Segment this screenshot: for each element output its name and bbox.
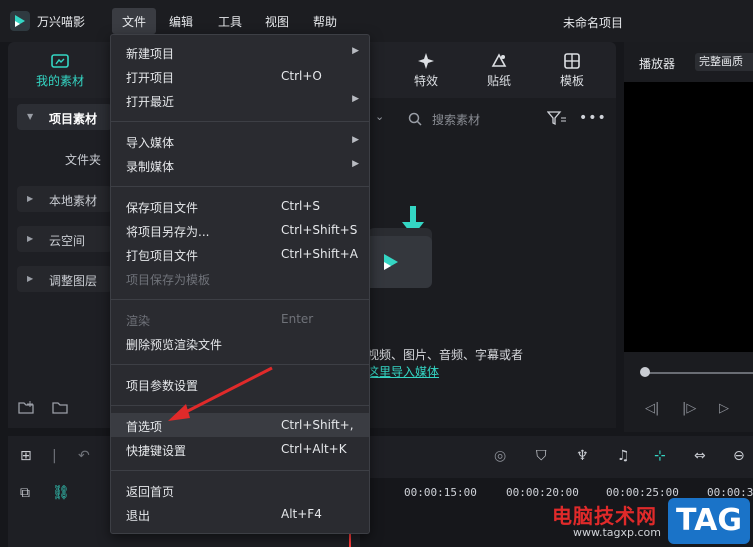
menu-help[interactable]: 帮助: [313, 13, 337, 30]
menu-item-delete-preview-render[interactable]: 删除预览渲染文件: [111, 331, 369, 355]
search-icon: [408, 112, 422, 129]
menu-item-open-project[interactable]: 打开项目 Ctrl+O: [111, 64, 369, 88]
folder-icon: [50, 52, 70, 70]
sidebar-item-project-material[interactable]: ▼ 项目素材: [17, 104, 112, 130]
project-title: 未命名项目: [563, 16, 624, 30]
menu-edit[interactable]: 编辑: [169, 13, 193, 30]
chevron-right-icon: ▶: [352, 135, 359, 145]
import-media-link[interactable]: 这里导入媒体: [367, 363, 439, 380]
sidebar-item-folder[interactable]: 文件夹: [17, 145, 112, 171]
annotation-arrow-icon: [160, 364, 276, 427]
triangle-right-icon: ▶: [27, 234, 34, 243]
menu-separator: [111, 186, 369, 187]
timecode-label: 00:00:15:00: [404, 486, 477, 499]
prev-frame-icon[interactable]: ◁|: [645, 401, 659, 416]
watermark-url: www.tagxp.com: [573, 526, 661, 539]
divider: |: [52, 448, 57, 464]
menu-item-pack-project[interactable]: 打包项目文件 Ctrl+Shift+A: [111, 242, 369, 266]
chevron-down-icon[interactable]: ⌄: [375, 110, 384, 123]
link-icon[interactable]: ⛓: [52, 485, 70, 501]
watermark-site-name: 电脑技术网: [552, 504, 657, 528]
triangle-right-icon: ▶: [27, 194, 34, 203]
app-name: 万兴喵影: [37, 15, 86, 29]
sparkle-icon: [416, 52, 436, 70]
next-frame-icon[interactable]: |▷: [682, 401, 696, 416]
layout-icon[interactable]: ⊞: [20, 448, 32, 464]
timecode-label: 00:00:25:00: [606, 486, 679, 499]
folder-icon[interactable]: [52, 400, 70, 419]
chevron-right-icon: ▶: [352, 159, 359, 169]
menu-tools[interactable]: 工具: [218, 13, 242, 30]
menu-item-shortcut-settings[interactable]: 快捷键设置 Ctrl+Alt+K: [111, 437, 369, 461]
sidebar-item-local-material[interactable]: ▶ 本地素材: [17, 186, 112, 212]
menu-item-import-media[interactable]: 导入媒体 ▶: [111, 129, 369, 153]
more-icon[interactable]: •••: [579, 110, 607, 126]
preview-screen: [624, 82, 753, 352]
marker-icon[interactable]: ⛉: [536, 448, 547, 464]
tab-effects[interactable]: 特效: [396, 42, 456, 98]
render-icon[interactable]: ◎: [494, 448, 506, 464]
play-icon[interactable]: ▷: [719, 401, 729, 416]
tab-stickers[interactable]: 贴纸: [469, 42, 529, 98]
menu-file[interactable]: 文件: [122, 13, 146, 30]
app-logo-icon: [10, 11, 30, 31]
undo-icon[interactable]: ↶: [78, 448, 90, 464]
menu-item-open-recent[interactable]: 打开最近 ▶: [111, 88, 369, 112]
file-menu-dropdown: 新建项目 ▶ 打开项目 Ctrl+O 打开最近 ▶ 导入媒体 ▶ 录制媒体 ▶ 保存项目文…: [110, 34, 370, 534]
chevron-right-icon: ▶: [352, 46, 359, 56]
menu-item-save-as-template: 项目保存为模板: [126, 273, 211, 287]
filter-icon[interactable]: [546, 110, 567, 129]
snap-icon[interactable]: ⊹: [654, 448, 666, 464]
menu-item-return-home[interactable]: 返回首页: [111, 478, 369, 502]
triangle-down-icon: ▼: [27, 112, 34, 121]
menu-item-save-project[interactable]: 保存项目文件 Ctrl+S: [111, 194, 369, 218]
search-input[interactable]: 搜索素材: [432, 111, 480, 128]
menu-separator: [111, 470, 369, 471]
watermark-badge: TAG: [668, 498, 750, 544]
sidebar-item-adjust-layer[interactable]: ▶ 调整图层: [17, 266, 112, 292]
import-hint: 视频、图片、音频、字幕或者: [367, 348, 524, 362]
timecode-label: 00:00:20:00: [506, 486, 579, 499]
menu-view[interactable]: 视图: [265, 13, 289, 30]
quality-select[interactable]: 完整画质: [695, 53, 753, 71]
sticker-icon: [489, 52, 509, 70]
audio-icon[interactable]: ♫: [617, 448, 630, 464]
player-tab[interactable]: 播放器: [639, 55, 675, 72]
triangle-right-icon: ▶: [27, 274, 34, 283]
add-folder-icon[interactable]: [18, 400, 36, 419]
zoom-out-icon[interactable]: ⊖: [733, 448, 745, 464]
scrubber-handle[interactable]: [640, 367, 650, 377]
chevron-right-icon: ▶: [352, 94, 359, 104]
menu-item-render: 渲染 Enter: [126, 312, 314, 328]
menu-item-save-as[interactable]: 将项目另存为... Ctrl+Shift+S: [111, 218, 369, 242]
microphone-icon[interactable]: ♆: [576, 448, 589, 464]
menu-item-new-project[interactable]: 新建项目 ▶: [111, 40, 369, 64]
preview-scrubber[interactable]: [642, 372, 753, 374]
menu-item-record-media[interactable]: 录制媒体 ▶: [111, 153, 369, 177]
sidebar-item-cloud-space[interactable]: ▶ 云空间: [17, 226, 112, 252]
add-track-icon[interactable]: ⧉: [20, 485, 30, 501]
tab-templates[interactable]: 模板: [542, 42, 602, 98]
import-folder-illustration: [362, 198, 440, 290]
menu-separator: [111, 299, 369, 300]
tab-my-material[interactable]: 我的素材: [30, 42, 90, 98]
template-icon: [562, 52, 582, 70]
fit-icon[interactable]: ⇔: [694, 448, 706, 464]
menu-separator: [111, 121, 369, 122]
menu-item-exit[interactable]: 退出 Alt+F4: [111, 502, 369, 526]
